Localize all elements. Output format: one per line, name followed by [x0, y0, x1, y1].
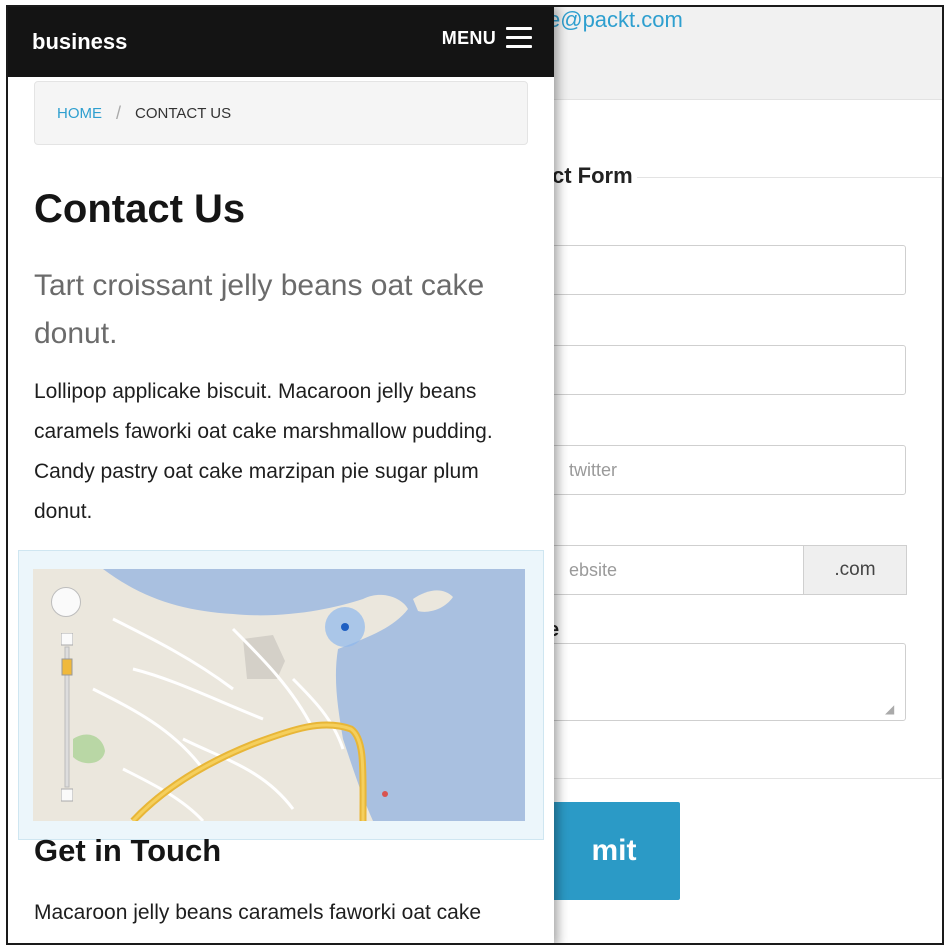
- breadcrumb: HOME / CONTACT US: [34, 81, 528, 145]
- website-addon: .com: [803, 545, 907, 595]
- resize-grip-icon[interactable]: ◢: [885, 702, 897, 716]
- breadcrumb-current: CONTACT US: [135, 104, 232, 122]
- name-field[interactable]: [548, 245, 906, 295]
- lead-text: Tart croissant jelly beans oat cake donu…: [34, 269, 485, 350]
- get-in-touch-title: Get in Touch: [34, 833, 222, 868]
- get-in-touch-text: Macaroon jelly beans caramels faworki oa…: [34, 901, 482, 943]
- twitter-field[interactable]: twitter: [548, 445, 906, 495]
- page-title: Contact Us: [34, 187, 246, 231]
- email-field[interactable]: [548, 345, 906, 395]
- map-zoom-slider-icon[interactable]: [60, 632, 74, 803]
- menu-toggle-button[interactable]: MENU: [442, 27, 532, 49]
- mobile-page: business MENU HOME / CONTACT US Contact …: [8, 7, 554, 943]
- map-graphic: [33, 569, 525, 821]
- map-container: [18, 550, 544, 840]
- breadcrumb-home-link[interactable]: HOME: [57, 105, 102, 122]
- message-textarea[interactable]: ◢: [548, 643, 906, 721]
- brand-logo[interactable]: business: [32, 29, 127, 55]
- submit-button[interactable]: mit: [548, 802, 680, 900]
- map[interactable]: [33, 569, 525, 821]
- navbar: business MENU: [8, 7, 554, 77]
- hamburger-icon: [506, 27, 532, 49]
- map-pan-control-icon[interactable]: [51, 587, 81, 617]
- email-link[interactable]: e@packt.com: [548, 7, 683, 33]
- contact-form-legend: ct Form: [548, 163, 637, 189]
- website-field[interactable]: ebsite: [548, 545, 806, 595]
- breadcrumb-separator: /: [116, 102, 122, 123]
- menu-label: MENU: [441, 27, 496, 48]
- screenshot-frame: e@packt.com ct Form twitter ebsite .com …: [6, 5, 944, 945]
- body-text: Lollipop applicake biscuit. Macaroon jel…: [34, 380, 493, 523]
